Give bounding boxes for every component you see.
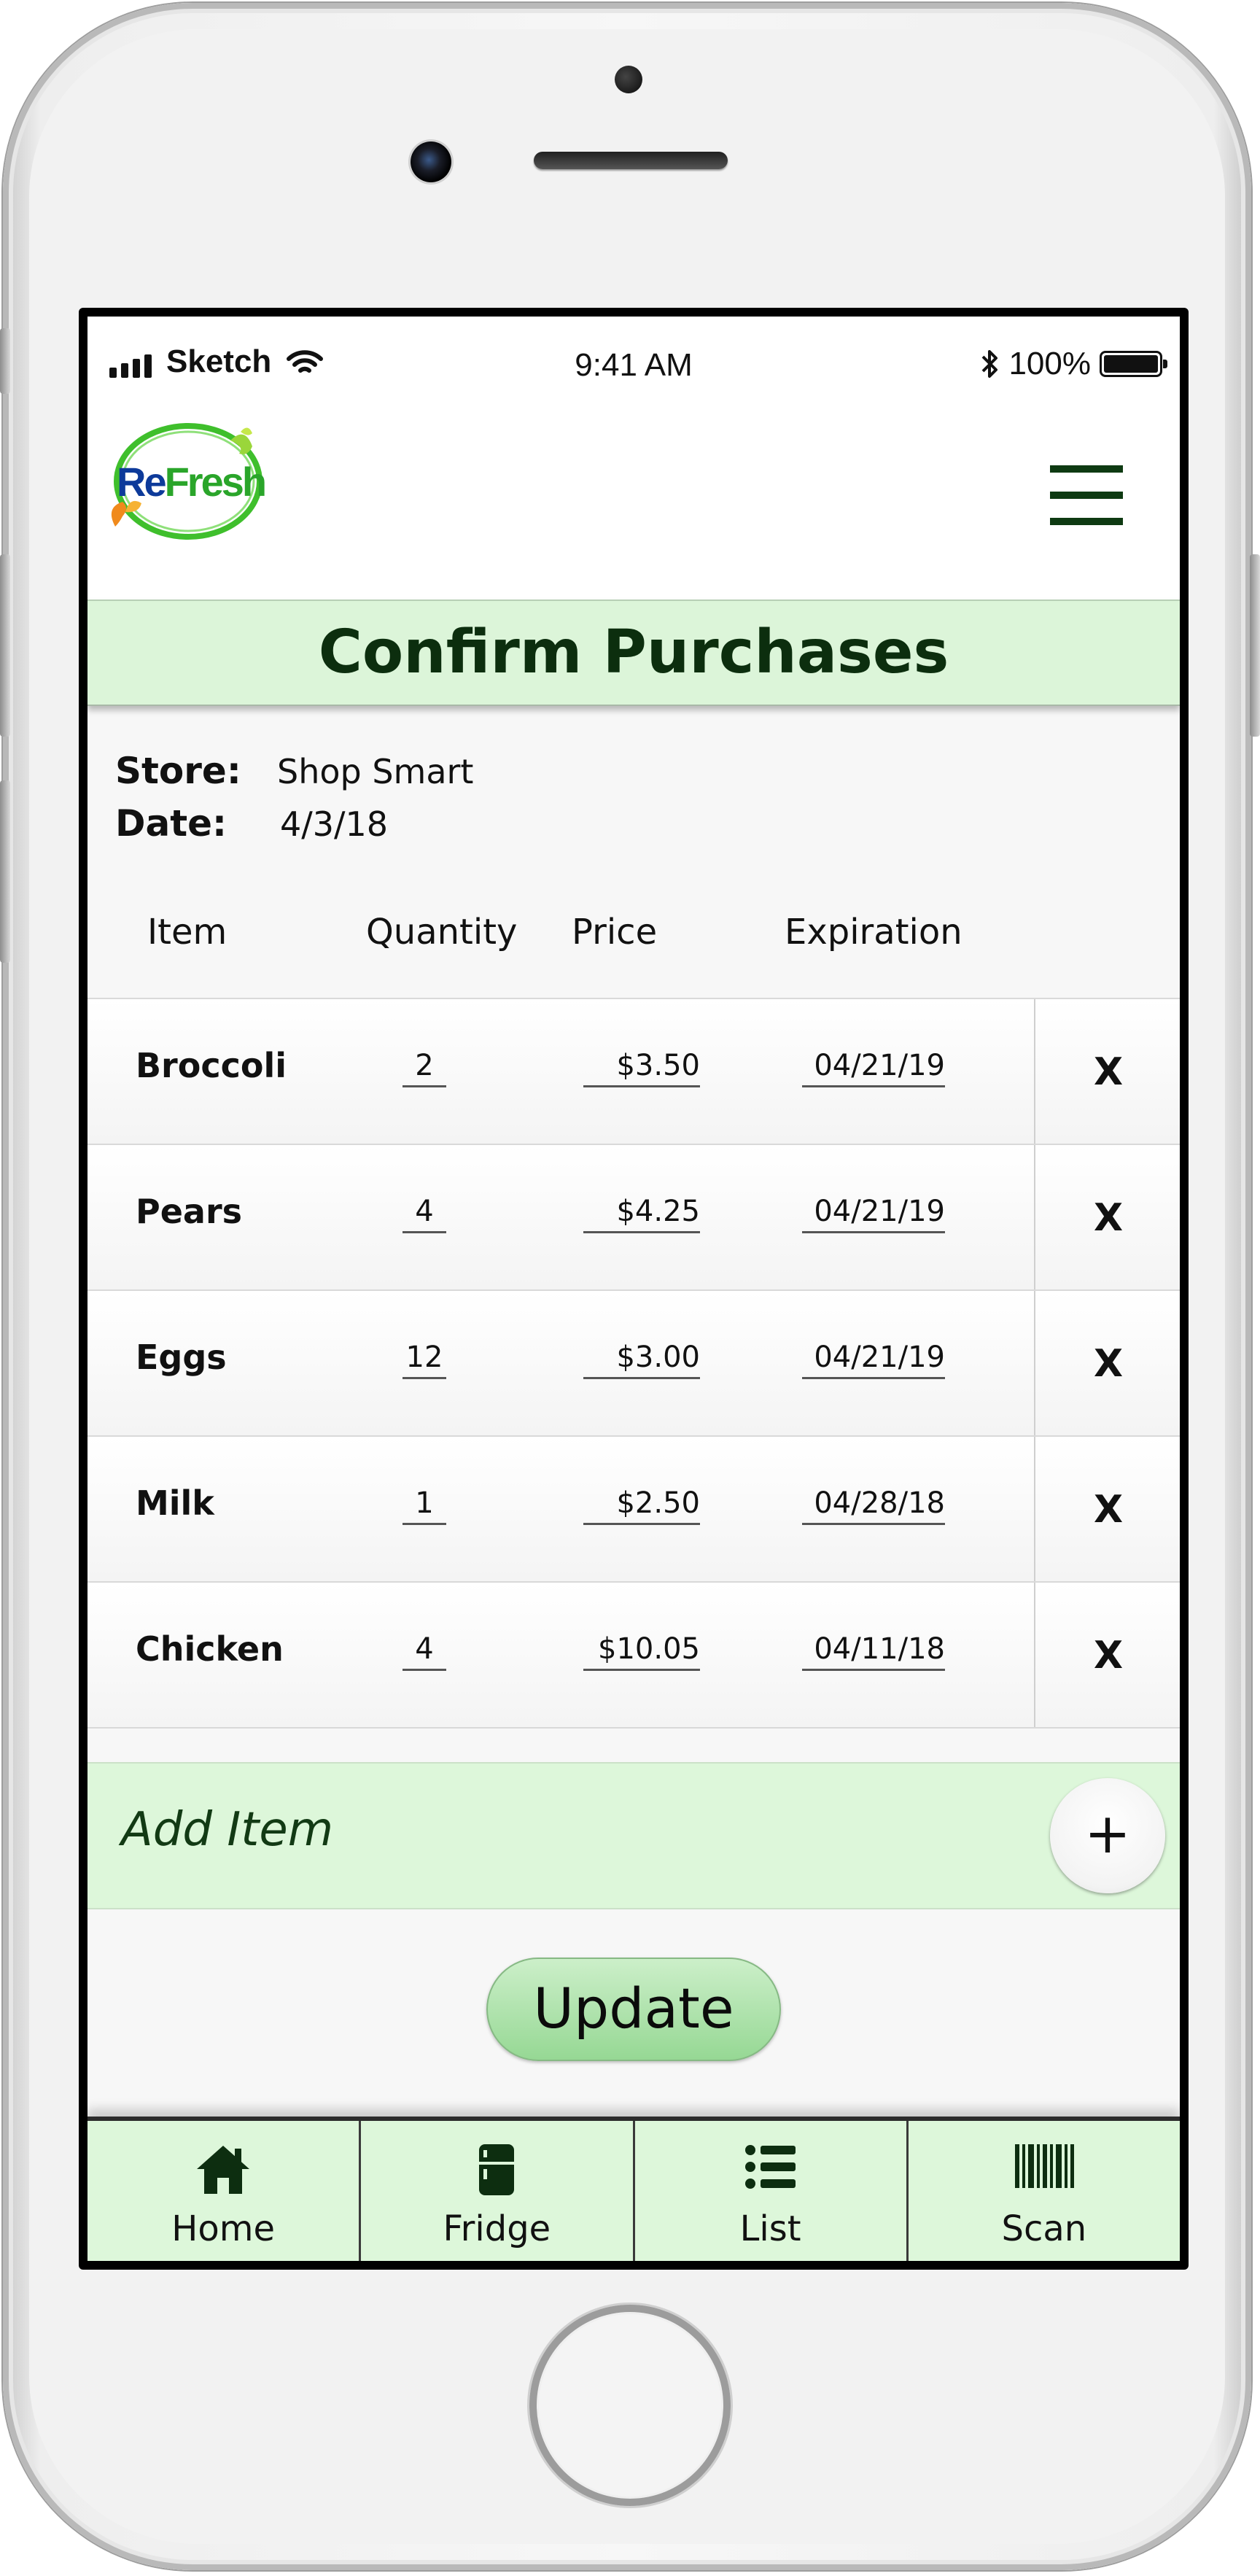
- barcode-icon: [1014, 2144, 1074, 2188]
- expiration-field[interactable]: 04/28/18: [802, 1486, 945, 1525]
- tab-label: Scan: [1001, 2208, 1087, 2249]
- tab-list[interactable]: List: [632, 2121, 906, 2261]
- table-row: Pears 4 $4.25 04/21/19 X: [88, 1144, 1180, 1289]
- quantity-field[interactable]: 2: [402, 1049, 446, 1087]
- volume-down-button: [0, 780, 10, 963]
- remove-cell: X: [1034, 1291, 1180, 1435]
- tab-label: Fridge: [443, 2208, 551, 2249]
- remove-item-button[interactable]: X: [1035, 1196, 1180, 1240]
- mute-switch: [0, 328, 10, 394]
- logo-wordmark: ReFresh: [117, 459, 267, 505]
- table-row: Chicken 4 $10.05 04/11/18 X: [88, 1581, 1180, 1729]
- quantity-field[interactable]: 4: [402, 1195, 446, 1233]
- quantity-field[interactable]: 4: [402, 1632, 446, 1671]
- battery-icon: [1100, 351, 1167, 377]
- tab-label: List: [739, 2208, 801, 2249]
- remove-item-button[interactable]: X: [1035, 1342, 1180, 1386]
- item-name: Milk: [136, 1483, 214, 1523]
- add-item-label: Add Item: [121, 1803, 334, 1857]
- battery-level: [1104, 355, 1158, 373]
- logo-wordmark-part: Re: [117, 459, 167, 505]
- update-button[interactable]: Update: [486, 1958, 781, 2061]
- price-field[interactable]: $3.00: [583, 1341, 700, 1379]
- remove-item-button[interactable]: X: [1035, 1050, 1180, 1094]
- tab-scan[interactable]: Scan: [906, 2121, 1180, 2261]
- quantity-field[interactable]: 1: [402, 1486, 446, 1525]
- battery-percent: 100%: [1008, 346, 1091, 381]
- table-row: Eggs 12 $3.00 04/21/19 X: [88, 1289, 1180, 1435]
- tab-label: Home: [171, 2208, 275, 2249]
- fridge-icon: [479, 2144, 515, 2195]
- remove-cell: X: [1034, 1145, 1180, 1289]
- status-right: 100%: [981, 346, 1167, 382]
- item-name: Chicken: [136, 1629, 284, 1669]
- add-item-bar[interactable]: Add Item +: [88, 1762, 1180, 1909]
- item-name: Eggs: [136, 1338, 227, 1377]
- list-icon: [744, 2145, 796, 2189]
- refresh-logo[interactable]: ReFresh: [105, 419, 267, 550]
- quantity-field[interactable]: 12: [402, 1341, 446, 1379]
- column-header-item: Item: [147, 912, 228, 953]
- price-field[interactable]: $4.25: [583, 1195, 700, 1233]
- expiration-field[interactable]: 04/21/19: [802, 1341, 945, 1379]
- add-item-button[interactable]: +: [1050, 1778, 1165, 1893]
- expiration-field[interactable]: 04/21/19: [802, 1195, 945, 1233]
- expiration-field[interactable]: 04/21/19: [802, 1049, 945, 1087]
- title-bar: Confirm Purchases: [88, 600, 1180, 706]
- home-button[interactable]: [529, 2305, 731, 2506]
- item-name: Pears: [136, 1192, 243, 1231]
- home-icon: [197, 2146, 250, 2194]
- column-header-price: Price: [572, 912, 658, 953]
- page-title: Confirm Purchases: [318, 618, 949, 687]
- logo-wordmark-part: Fresh: [164, 459, 267, 505]
- front-camera: [411, 141, 451, 182]
- menu-line-middle: [1050, 492, 1123, 499]
- item-name: Broccoli: [136, 1046, 287, 1085]
- earpiece-speaker: [534, 152, 728, 169]
- remove-item-button[interactable]: X: [1035, 1488, 1180, 1532]
- menu-line-top: [1050, 465, 1123, 473]
- screen: Sketch 9:41 AM 100% ReFresh Confirm Purc…: [79, 308, 1189, 2270]
- price-field[interactable]: $10.05: [583, 1632, 700, 1671]
- app-display: Sketch 9:41 AM 100% ReFresh Confirm Purc…: [88, 317, 1180, 2261]
- logo-text: ReFresh: [117, 458, 267, 505]
- column-header-quantity: Quantity: [366, 912, 518, 953]
- proximity-sensor: [615, 66, 642, 93]
- date-value: 4/3/18: [280, 804, 389, 844]
- status-bar: Sketch 9:41 AM 100%: [88, 317, 1180, 398]
- bottom-tab-bar: Home Fridge List Scan: [88, 2117, 1180, 2261]
- table-row: Milk 1 $2.50 04/28/18 X: [88, 1435, 1180, 1581]
- remove-cell: X: [1034, 1437, 1180, 1581]
- store-label: Store:: [115, 750, 241, 792]
- price-field[interactable]: $3.50: [583, 1049, 700, 1087]
- hamburger-menu-icon[interactable]: [1050, 455, 1123, 535]
- power-button: [1250, 554, 1260, 737]
- remove-cell: X: [1034, 1583, 1180, 1727]
- column-header-expiration: Expiration: [785, 912, 962, 953]
- date-label: Date:: [115, 802, 228, 845]
- volume-up-button: [0, 554, 10, 737]
- tab-home[interactable]: Home: [88, 2121, 359, 2261]
- date-row: Date: 4/3/18: [115, 802, 388, 845]
- store-value: Shop Smart: [277, 752, 474, 791]
- remove-item-button[interactable]: X: [1035, 1634, 1180, 1677]
- app-header: ReFresh: [88, 398, 1180, 600]
- store-row: Store: Shop Smart: [115, 750, 473, 792]
- menu-line-bottom: [1050, 518, 1123, 525]
- price-field[interactable]: $2.50: [583, 1486, 700, 1525]
- table-row: Broccoli 2 $3.50 04/21/19 X: [88, 998, 1180, 1144]
- expiration-field[interactable]: 04/11/18: [802, 1632, 945, 1671]
- tab-fridge[interactable]: Fridge: [359, 2121, 632, 2261]
- purchase-table: Broccoli 2 $3.50 04/21/19 X Pears 4 $4.2…: [88, 998, 1180, 1729]
- remove-cell: X: [1034, 999, 1180, 1144]
- bluetooth-icon: [982, 350, 998, 378]
